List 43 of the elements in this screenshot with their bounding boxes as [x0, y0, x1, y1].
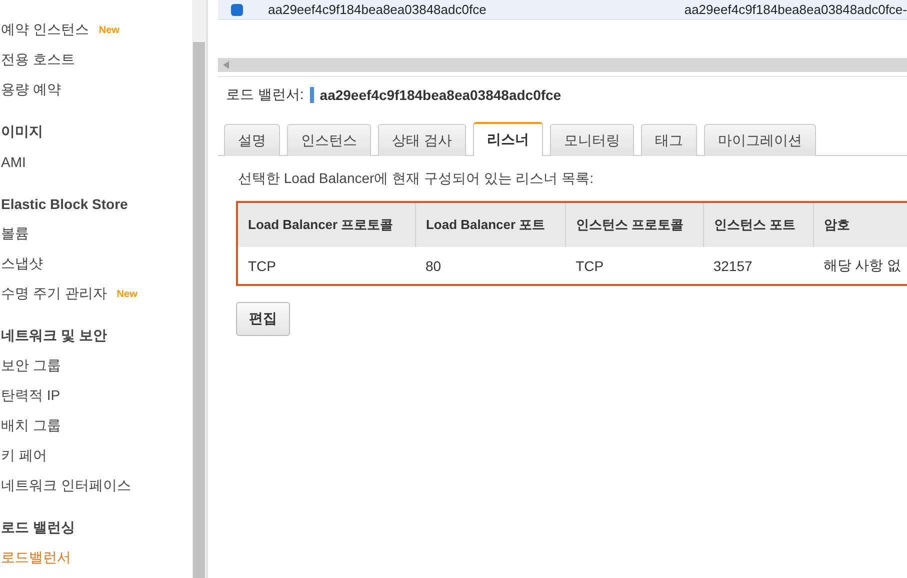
listener-description: 선택한 Load Balancer에 현재 구성되어 있는 리스너 목록: [238, 170, 595, 188]
sidebar-heading: 로드 밸런싱 [1, 519, 75, 537]
sidebar-item[interactable]: 키 페어 [1, 447, 47, 465]
scroll-left-icon[interactable] [223, 61, 229, 69]
sidebar-item[interactable]: 볼륨 [1, 225, 29, 243]
sidebar-item[interactable]: 보안 그룹 [1, 357, 61, 375]
sidebar-item[interactable]: 스냅샷 [1, 255, 43, 273]
sidebar-item[interactable]: 탄력적 IP [1, 387, 60, 405]
new-label: New [98, 24, 120, 36]
sidebar-item[interactable]: 수명 주기 관리자 [1, 285, 107, 303]
tab[interactable]: 모니터링 [550, 124, 634, 156]
tab[interactable]: 리스너 [472, 122, 543, 156]
column-header: 인스턴스 포트 [703, 203, 814, 247]
sidebar-item[interactable]: AMI [1, 154, 26, 170]
new-label: New [116, 288, 138, 300]
sidebar-heading: 네트워크 및 보안 [1, 327, 107, 345]
tab[interactable]: 상태 검사 [378, 124, 466, 156]
sidebar-item[interactable]: 배치 그룹 [1, 417, 61, 435]
table-row[interactable]: aa29eef4c9f184bea8ea03848adc0fce aa29eef4c9f184bea8ea03848adc0fce- [218, 0, 907, 20]
sidebar-item[interactable]: 네트워크 인터페이스 [1, 477, 131, 495]
sidebar-heading: 이미지 [1, 123, 43, 141]
tab[interactable]: 태그 [640, 124, 697, 156]
sidebar-item[interactable]: 예약 인스턴스 [1, 21, 89, 39]
marker-icon [310, 87, 314, 103]
scrollbar-thumb[interactable] [193, 42, 205, 578]
tab[interactable]: 마이그레이션 [704, 124, 816, 156]
scrollbar[interactable] [192, 0, 206, 578]
sidebar-heading: Elastic Block Store [1, 196, 128, 212]
column-header: 암호 [813, 203, 907, 247]
tab[interactable]: 인스턴스 [287, 124, 371, 156]
tab[interactable]: 설명 [224, 124, 280, 156]
sidebar-item[interactable]: 전용 호스트 [1, 51, 75, 69]
table-cell: aa29eef4c9f184bea8ea03848adc0fce- [684, 2, 907, 17]
load-balancer-name: aa29eef4c9f184bea8ea03848adc0fce [320, 87, 562, 103]
sidebar-item[interactable]: 용량 예약 [1, 81, 61, 99]
table-cell-text: aa29eef4c9f184bea8ea03848adc0fce [268, 2, 488, 17]
column-header: Load Balancer 프로토콜 [238, 203, 416, 247]
column-header: Load Balancer 포트 [415, 203, 566, 247]
edit-button[interactable]: 편집 [236, 302, 290, 336]
load-balancer-label: 로드 밸런서: [226, 86, 304, 104]
horizontal-scrollbar[interactable] [218, 58, 907, 72]
column-header: 인스턴스 프로토콜 [566, 203, 704, 247]
row-select-icon[interactable] [231, 4, 243, 16]
